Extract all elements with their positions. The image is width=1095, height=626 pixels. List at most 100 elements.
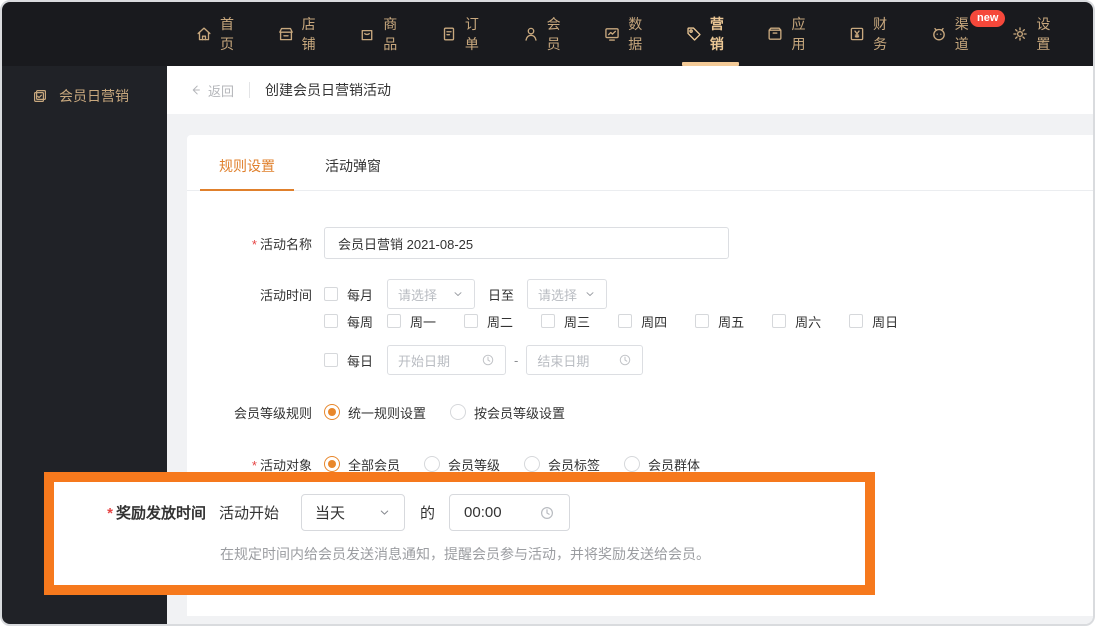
start-date-placeholder: 开始日期 (398, 351, 450, 370)
chevron-down-icon (378, 506, 391, 519)
monthly-day-from-select[interactable]: 请选择 (387, 279, 475, 309)
select-placeholder: 请选择 (538, 285, 577, 304)
required-mark: * (107, 505, 113, 522)
nav-item-finance[interactable]: 财务 (848, 2, 900, 66)
activity-name-input[interactable]: 会员日营销 2021-08-25 (324, 227, 729, 259)
reward-time-label: *奖励发放时间 (54, 502, 206, 523)
nav-label: 财务 (873, 14, 900, 54)
finance-icon (848, 25, 866, 43)
level-rule-label: 会员等级规则 (187, 403, 312, 422)
chevron-down-icon (584, 288, 596, 300)
goods-icon (358, 25, 376, 43)
top-nav: 首页 店铺 商品 订单 会员 数据 营销 应用 (2, 2, 1093, 66)
page-title: 创建会员日营销活动 (265, 80, 391, 100)
nav-label: 店铺 (302, 14, 329, 54)
reward-time-highlight-box: *奖励发放时间 活动开始 当天 的 00:00 在规定时间内给会员发送消息通知，… (44, 472, 875, 595)
nav-item-data[interactable]: 数据 (603, 2, 655, 66)
reward-time-value: 00:00 (464, 504, 502, 521)
nav-item-goods[interactable]: 商品 (358, 2, 410, 66)
apps-icon (766, 25, 784, 43)
member-level-radio[interactable] (424, 456, 440, 472)
reward-mid-label: 的 (420, 502, 435, 523)
activity-name-label: *活动名称 (187, 234, 312, 253)
day-to-label: 日至 (488, 285, 514, 304)
activity-time-daily-row: 每日 开始日期 - 结束日期 (187, 345, 643, 375)
header-divider (249, 82, 250, 98)
end-date-placeholder: 结束日期 (537, 351, 589, 370)
nav-label: 订单 (465, 14, 492, 54)
page-header: 返回 创建会员日营销活动 (167, 66, 1093, 114)
sunday-checkbox[interactable] (849, 314, 863, 328)
activity-time-label: 活动时间 (187, 285, 312, 304)
app-window: 首页 店铺 商品 订单 会员 数据 营销 应用 (0, 0, 1095, 626)
wednesday-checkbox[interactable] (541, 314, 555, 328)
friday-checkbox[interactable] (695, 314, 709, 328)
data-icon (603, 25, 621, 43)
clock-icon (539, 505, 555, 521)
wednesday-label: 周三 (564, 312, 590, 331)
reward-time-row: *奖励发放时间 活动开始 当天 的 00:00 (54, 494, 570, 531)
nav-item-settings[interactable]: 设置 (1011, 2, 1063, 66)
target-label: *活动对象 (187, 455, 312, 474)
member-group-label: 会员群体 (648, 455, 700, 474)
monday-checkbox[interactable] (387, 314, 401, 328)
nav-item-home[interactable]: 首页 (195, 2, 247, 66)
weekly-checkbox[interactable] (324, 314, 338, 328)
reward-day-select[interactable]: 当天 (301, 494, 405, 531)
nav-label: 首页 (220, 14, 247, 54)
gear-icon (1011, 25, 1029, 43)
start-date-input[interactable]: 开始日期 (387, 345, 506, 375)
sidebar-item-label: 会员日营销 (59, 86, 129, 106)
nav-label: 数据 (628, 14, 655, 54)
required-mark: * (252, 237, 257, 252)
monthly-label: 每月 (347, 285, 373, 304)
nav-item-marketing[interactable]: 营销 (685, 2, 737, 66)
saturday-checkbox[interactable] (772, 314, 786, 328)
end-date-input[interactable]: 结束日期 (526, 345, 643, 375)
monthly-checkbox[interactable] (324, 287, 338, 301)
member-tag-label: 会员标签 (548, 455, 600, 474)
nav-item-orders[interactable]: 订单 (440, 2, 492, 66)
by-level-label: 按会员等级设置 (474, 403, 565, 422)
friday-label: 周五 (718, 312, 744, 331)
unified-rule-radio[interactable] (324, 404, 340, 420)
member-group-radio[interactable] (624, 456, 640, 472)
required-mark: * (252, 458, 257, 473)
by-level-radio[interactable] (450, 404, 466, 420)
sidebar-item-member-day-marketing[interactable]: 会员日营销 (2, 66, 167, 106)
tuesday-checkbox[interactable] (464, 314, 478, 328)
channel-icon (930, 25, 948, 43)
activity-start-label: 活动开始 (219, 502, 279, 523)
daily-label: 每日 (347, 351, 373, 370)
reward-time-input[interactable]: 00:00 (449, 494, 570, 531)
nav-item-shop[interactable]: 店铺 (277, 2, 329, 66)
daily-checkbox[interactable] (324, 353, 338, 367)
back-button[interactable]: 返回 (188, 81, 234, 100)
marketing-icon (685, 25, 703, 43)
activity-name-value: 会员日营销 2021-08-25 (338, 234, 473, 253)
date-range-separator: - (514, 353, 518, 368)
monthly-day-to-select[interactable]: 请选择 (527, 279, 607, 309)
nav-item-channels[interactable]: 渠道 new (930, 2, 982, 66)
coupon-icon (32, 88, 48, 104)
member-icon (522, 25, 540, 43)
new-badge: new (970, 10, 1005, 27)
shop-icon (277, 25, 295, 43)
nav-item-members[interactable]: 会员 (522, 2, 574, 66)
reward-time-help-text: 在规定时间内给会员发送消息通知，提醒会员参与活动，并将奖励发送给会员。 (220, 544, 710, 564)
nav-item-apps[interactable]: 应用 (766, 2, 818, 66)
activity-name-row: *活动名称 会员日营销 2021-08-25 (187, 227, 729, 259)
activity-time-monthly-row: 活动时间 每月 请选择 日至 请选择 (187, 279, 607, 309)
chevron-down-icon (452, 288, 464, 300)
clock-icon (618, 353, 632, 367)
monday-label: 周一 (410, 312, 436, 331)
target-row: *活动对象 全部会员 会员等级 会员标签 会员群体 (187, 454, 724, 474)
thursday-checkbox[interactable] (618, 314, 632, 328)
nav-label: 应用 (791, 14, 818, 54)
nav-label: 会员 (547, 14, 574, 54)
all-members-radio[interactable] (324, 456, 340, 472)
nav-label: 设置 (1036, 14, 1063, 54)
activity-time-weekly-row: 每周 周一 周二 周三 周四 周五 周六 周日 (187, 311, 898, 331)
select-placeholder: 请选择 (398, 285, 437, 304)
member-tag-radio[interactable] (524, 456, 540, 472)
